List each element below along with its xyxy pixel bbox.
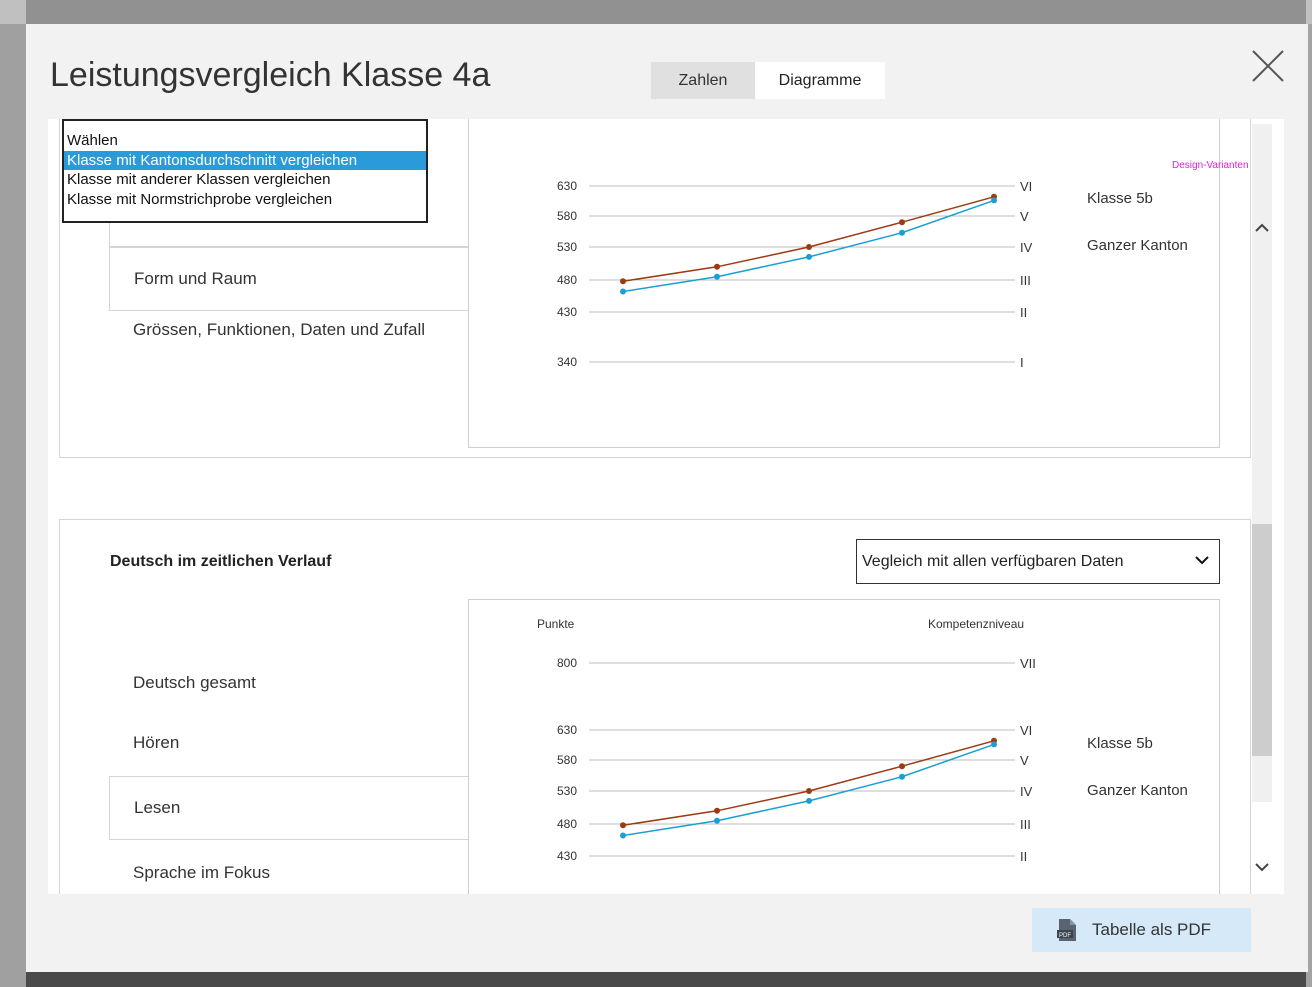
dropdown-option-normstrichprobe[interactable]: Klasse mit Normstrichprobe vergleichen xyxy=(64,190,426,210)
series-line xyxy=(622,196,995,283)
data-point xyxy=(806,253,812,260)
data-point xyxy=(806,244,812,250)
data-point xyxy=(714,817,720,824)
data-point xyxy=(991,197,997,204)
level-tick-label: IV xyxy=(1020,784,1033,799)
level-tick-label: VII xyxy=(1020,656,1036,671)
data-point xyxy=(806,797,812,804)
close-icon[interactable] xyxy=(1250,48,1286,84)
data-point xyxy=(899,229,905,236)
nav-item-label: Deutsch gesamt xyxy=(133,673,256,692)
y-tick-label: 630 xyxy=(557,179,577,193)
nav-item-label: Sprache im Fokus xyxy=(133,863,270,882)
data-point xyxy=(714,807,720,814)
y2-axis-label: Kompetenzniveau xyxy=(928,617,1024,631)
dropdown-option-kantonsdurchschnitt[interactable]: Klasse mit Kantonsdurchschnitt vergleich… xyxy=(64,150,426,170)
export-pdf-button[interactable]: PDF Tabelle als PDF xyxy=(1032,908,1251,952)
data-point xyxy=(620,288,626,295)
data-point xyxy=(620,278,626,285)
modal-content: Form und Raum Grössen, Funktionen, Daten… xyxy=(48,119,1284,894)
tab-zahlen[interactable]: Zahlen xyxy=(651,62,755,99)
y-tick-label: 580 xyxy=(557,209,577,223)
nav-item-label: Lesen xyxy=(134,798,181,817)
comparison-select[interactable]: Vegleich mit allen verfügbaren Daten xyxy=(856,539,1220,584)
nav-item-label: Form und Raum xyxy=(134,269,257,288)
line-chart-1: 340 I 430 II 480 III 530 IV 580 V 630 VI xyxy=(557,179,1033,370)
data-point xyxy=(714,263,720,270)
section-heading: Deutsch im zeitlichen Verlauf xyxy=(110,553,332,570)
nav-item-lesen[interactable]: Lesen xyxy=(109,776,469,840)
section-deutsch-verlauf: Deutsch im zeitlichen Verlauf Vegleich m… xyxy=(59,519,1251,894)
data-point xyxy=(714,273,720,280)
view-tabs: Zahlen Diagramme xyxy=(651,62,885,99)
data-point xyxy=(899,773,905,780)
legend-klasse: Klasse 5b xyxy=(1087,735,1153,752)
pdf-file-icon: PDF xyxy=(1057,919,1076,941)
y-tick-label: 480 xyxy=(557,273,577,287)
legend-kanton: Ganzer Kanton xyxy=(1087,237,1188,254)
y-tick-label: 630 xyxy=(557,723,577,737)
y-tick-label: 430 xyxy=(557,305,577,319)
y-tick-label: 480 xyxy=(557,817,577,831)
level-tick-label: II xyxy=(1020,305,1027,320)
nav-item-label: Hören xyxy=(133,733,180,752)
nav-item-hoeren[interactable]: Hören xyxy=(109,730,469,756)
level-tick-label: V xyxy=(1020,753,1029,768)
y-axis-label: Punkte xyxy=(537,617,575,631)
data-point xyxy=(620,832,626,839)
level-tick-label: IV xyxy=(1020,240,1033,255)
level-tick-label: V xyxy=(1020,209,1029,224)
legend-klasse: Klasse 5b xyxy=(1087,190,1153,207)
nav-item-form-und-raum[interactable]: Form und Raum xyxy=(109,247,469,311)
legend-kanton: Ganzer Kanton xyxy=(1087,782,1188,799)
level-tick-label: VI xyxy=(1020,723,1032,738)
y-tick-label: 530 xyxy=(557,784,577,798)
chart-frame-1: 340 I 430 II 480 III 530 IV 580 V 630 VI xyxy=(468,119,1220,448)
compare-mode-dropdown[interactable]: Wählen Klasse mit Kantonsdurchschnitt ve… xyxy=(62,119,428,223)
series-line xyxy=(622,740,995,827)
chevron-down-icon xyxy=(1195,556,1209,565)
modal-title: Leistungsvergleich Klasse 4a xyxy=(50,56,491,94)
level-tick-label: VI xyxy=(1020,179,1032,194)
dropdown-option-waehlen[interactable]: Wählen xyxy=(64,131,426,151)
nav-item-label: Grössen, Funktionen, Daten und Zufall xyxy=(133,320,425,339)
design-variants-link[interactable]: Design-Varianten xyxy=(1172,160,1249,171)
dropdown-option-andere-klassen[interactable]: Klasse mit anderer Klassen vergleichen xyxy=(64,170,426,190)
data-point xyxy=(899,763,905,770)
scrollbar-thumb[interactable] xyxy=(1252,524,1272,756)
nav-item-sprache-im-fokus[interactable]: Sprache im Fokus xyxy=(109,860,469,886)
background-left-edge xyxy=(0,0,26,987)
background-header xyxy=(0,0,1312,24)
y-tick-label: 580 xyxy=(557,753,577,767)
scroll-down-icon[interactable] xyxy=(1252,857,1272,877)
level-tick-label: II xyxy=(1020,849,1027,864)
data-point xyxy=(806,788,812,794)
level-tick-label: III xyxy=(1020,273,1031,288)
pdf-button-label: Tabelle als PDF xyxy=(1092,920,1212,939)
data-point xyxy=(899,219,905,226)
y-tick-label: 530 xyxy=(557,240,577,254)
y-tick-label: 430 xyxy=(557,849,577,863)
scroll-up-icon[interactable] xyxy=(1252,218,1272,238)
nav-item-groessen[interactable]: Grössen, Funktionen, Daten und Zufall xyxy=(109,317,469,343)
nav-item-deutsch-gesamt[interactable]: Deutsch gesamt xyxy=(109,670,469,696)
level-tick-label: III xyxy=(1020,817,1031,832)
comparison-modal: Leistungsvergleich Klasse 4a Zahlen Diag… xyxy=(26,24,1308,972)
data-point xyxy=(991,741,997,748)
tab-diagramme[interactable]: Diagramme xyxy=(755,62,885,99)
data-point xyxy=(620,822,626,829)
svg-text:PDF: PDF xyxy=(1059,933,1071,939)
y-tick-label: 800 xyxy=(557,656,577,670)
select-value: Vegleich mit allen verfügbaren Daten xyxy=(862,552,1124,570)
level-tick-label: I xyxy=(1020,355,1024,370)
y-tick-label: 340 xyxy=(557,355,577,369)
